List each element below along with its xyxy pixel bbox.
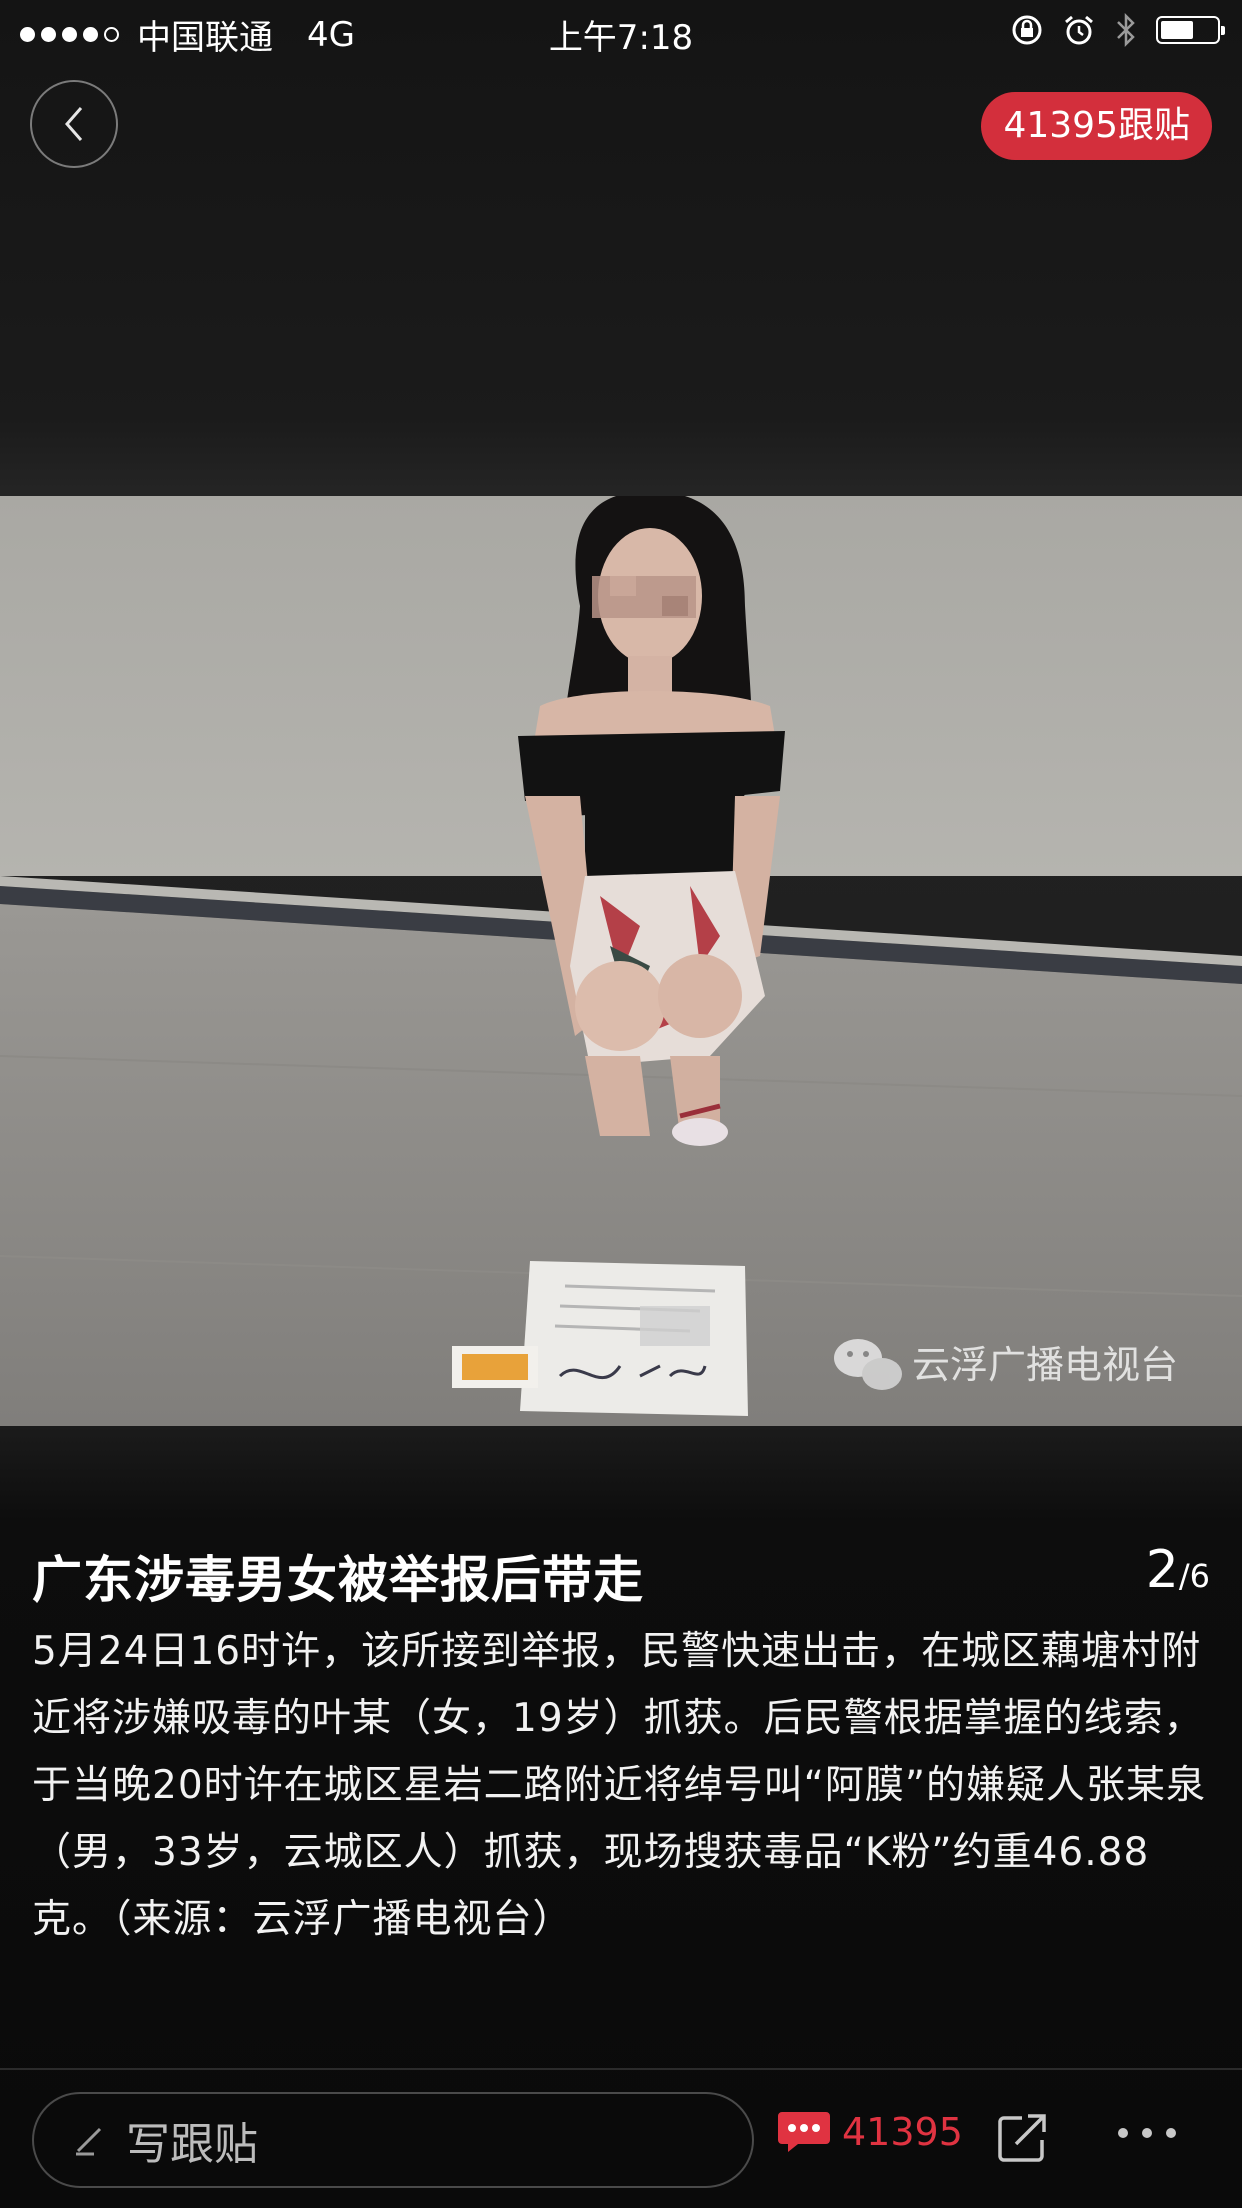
more-dot-icon (1142, 2128, 1152, 2138)
more-button[interactable] (1118, 2128, 1176, 2138)
comment-bubble-icon (778, 2112, 830, 2152)
page-indicator: 2/6 (1146, 1540, 1210, 1600)
page-total: /6 (1178, 1557, 1210, 1595)
gallery-photo[interactable]: 云浮广播电视台 (0, 496, 1242, 1426)
chevron-left-icon (65, 107, 83, 141)
reply-placeholder: 写跟贴 (126, 2119, 258, 2170)
rotation-lock-icon (1012, 15, 1042, 45)
bluetooth-icon (1117, 12, 1135, 48)
photo-watermark: 云浮广播电视台 (912, 1343, 1179, 1387)
share-button[interactable] (994, 2110, 1050, 2170)
alarm-icon (1065, 15, 1093, 45)
page-current: 2 (1145, 1540, 1179, 1600)
bottom-divider (0, 2068, 1242, 2070)
gallery-page: 中国联通 4G 上午7:18 41395跟贴 云浮广播电视台 广东涉毒男女被举报… (0, 0, 1242, 2208)
more-dot-icon (1166, 2128, 1176, 2138)
pencil-icon (76, 2127, 102, 2156)
back-button[interactable] (30, 80, 118, 168)
comment-count: 41395 (842, 2110, 963, 2154)
more-dot-icon (1118, 2128, 1128, 2138)
comments-button[interactable]: 41395 (776, 2108, 963, 2156)
status-bar: 中国联通 4G 上午7:18 (0, 0, 1242, 64)
photo-image (0, 496, 1242, 1426)
article-body: 5月24日16时许，该所接到举报，民警快速出击，在城区藕塘村附近将涉嫌吸毒的叶某… (32, 1629, 1207, 1942)
share-icon (998, 2114, 1046, 2162)
battery-fill (1161, 21, 1194, 39)
status-right (1010, 12, 1225, 48)
article-title: 广东涉毒男女被举报后带走 (32, 1551, 644, 1609)
battery-icon (1156, 16, 1225, 44)
reply-input[interactable]: 写跟贴 (32, 2092, 754, 2188)
comment-count-badge[interactable]: 41395跟贴 (981, 92, 1212, 160)
